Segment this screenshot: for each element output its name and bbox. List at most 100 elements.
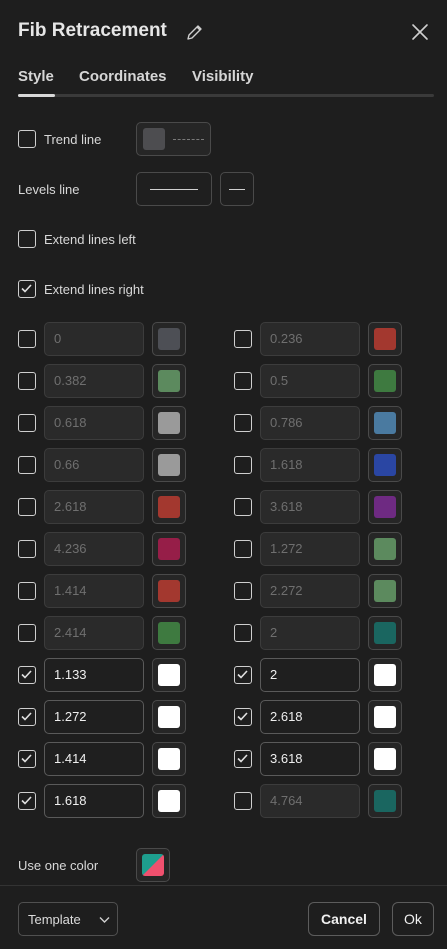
level-color-picker-right-0[interactable] [368, 322, 402, 356]
levels-line-width-picker[interactable] [220, 172, 254, 206]
level-value-input-right-11[interactable]: 4.764 [260, 784, 360, 818]
level-checkbox-left-7[interactable] [18, 624, 36, 642]
level-color-picker-left-3[interactable] [152, 448, 186, 482]
level-value-input-left-0[interactable]: 0 [44, 322, 144, 356]
level-color-picker-right-3[interactable] [368, 448, 402, 482]
level-color-swatch [158, 790, 180, 812]
pencil-icon[interactable] [185, 22, 205, 42]
level-color-picker-right-9[interactable] [368, 700, 402, 734]
level-color-swatch [374, 748, 396, 770]
level-color-swatch [374, 790, 396, 812]
level-checkbox-left-8[interactable] [18, 666, 36, 684]
level-value-input-right-0[interactable]: 0.236 [260, 322, 360, 356]
extend-left-checkbox[interactable] [18, 230, 36, 248]
level-color-swatch [158, 328, 180, 350]
level-color-swatch [158, 580, 180, 602]
extend-right-checkbox[interactable] [18, 280, 36, 298]
level-color-picker-right-5[interactable] [368, 532, 402, 566]
level-checkbox-left-3[interactable] [18, 456, 36, 474]
level-color-picker-left-7[interactable] [152, 616, 186, 650]
fib-retracement-dialog: Fib Retracement Style Coordinates Visibi… [0, 0, 447, 949]
level-checkbox-right-7[interactable] [234, 624, 252, 642]
level-value-input-left-10[interactable]: 1.414 [44, 742, 144, 776]
level-checkbox-right-0[interactable] [234, 330, 252, 348]
level-color-picker-left-11[interactable] [152, 784, 186, 818]
level-color-picker-left-9[interactable] [152, 700, 186, 734]
level-value-input-right-1[interactable]: 0.5 [260, 364, 360, 398]
level-value-input-left-1[interactable]: 0.382 [44, 364, 144, 398]
level-color-swatch [374, 454, 396, 476]
level-checkbox-left-4[interactable] [18, 498, 36, 516]
use-one-color-label: Use one color [18, 858, 99, 873]
level-checkbox-left-11[interactable] [18, 792, 36, 810]
level-color-picker-right-6[interactable] [368, 574, 402, 608]
template-dropdown[interactable]: Template [18, 902, 118, 936]
level-checkbox-right-6[interactable] [234, 582, 252, 600]
level-value-input-right-9[interactable]: 2.618 [260, 700, 360, 734]
ok-button[interactable]: Ok [392, 902, 434, 936]
tab-style[interactable]: Style [18, 68, 54, 85]
level-checkbox-right-4[interactable] [234, 498, 252, 516]
level-checkbox-right-1[interactable] [234, 372, 252, 390]
level-value-input-left-11[interactable]: 1.618 [44, 784, 144, 818]
level-value-input-right-6[interactable]: 2.272 [260, 574, 360, 608]
level-checkbox-right-10[interactable] [234, 750, 252, 768]
level-checkbox-right-5[interactable] [234, 540, 252, 558]
level-checkbox-right-9[interactable] [234, 708, 252, 726]
levels-line-style-picker[interactable] [136, 172, 212, 206]
level-checkbox-right-8[interactable] [234, 666, 252, 684]
trend-line-style-picker[interactable] [136, 122, 211, 156]
level-value-input-left-4[interactable]: 2.618 [44, 490, 144, 524]
cancel-button[interactable]: Cancel [308, 902, 380, 936]
level-value-input-left-3[interactable]: 0.66 [44, 448, 144, 482]
level-color-picker-left-10[interactable] [152, 742, 186, 776]
level-color-picker-left-5[interactable] [152, 532, 186, 566]
level-checkbox-left-9[interactable] [18, 708, 36, 726]
level-color-picker-left-1[interactable] [152, 364, 186, 398]
level-value-input-left-9[interactable]: 1.272 [44, 700, 144, 734]
level-color-picker-left-4[interactable] [152, 490, 186, 524]
level-color-swatch [374, 538, 396, 560]
trend-line-checkbox[interactable] [18, 130, 36, 148]
level-color-swatch [158, 664, 180, 686]
level-value-input-left-7[interactable]: 2.414 [44, 616, 144, 650]
level-value-input-left-5[interactable]: 4.236 [44, 532, 144, 566]
level-checkbox-right-2[interactable] [234, 414, 252, 432]
level-checkbox-left-6[interactable] [18, 582, 36, 600]
level-color-picker-right-4[interactable] [368, 490, 402, 524]
level-color-picker-right-1[interactable] [368, 364, 402, 398]
level-checkbox-left-1[interactable] [18, 372, 36, 390]
level-color-picker-right-7[interactable] [368, 616, 402, 650]
level-color-picker-right-11[interactable] [368, 784, 402, 818]
level-color-picker-right-8[interactable] [368, 658, 402, 692]
level-value-input-left-2[interactable]: 0.618 [44, 406, 144, 440]
tab-coordinates[interactable]: Coordinates [79, 68, 167, 85]
level-value-input-right-10[interactable]: 3.618 [260, 742, 360, 776]
level-color-picker-left-8[interactable] [152, 658, 186, 692]
close-icon[interactable] [410, 22, 430, 42]
level-checkbox-left-10[interactable] [18, 750, 36, 768]
level-color-picker-left-2[interactable] [152, 406, 186, 440]
level-checkbox-left-2[interactable] [18, 414, 36, 432]
level-checkbox-left-5[interactable] [18, 540, 36, 558]
level-color-swatch [158, 454, 180, 476]
level-color-picker-right-2[interactable] [368, 406, 402, 440]
level-value-input-left-6[interactable]: 1.414 [44, 574, 144, 608]
level-checkbox-left-0[interactable] [18, 330, 36, 348]
level-color-picker-right-10[interactable] [368, 742, 402, 776]
level-value-input-left-8[interactable]: 1.133 [44, 658, 144, 692]
level-color-picker-left-0[interactable] [152, 322, 186, 356]
level-value-input-right-5[interactable]: 1.272 [260, 532, 360, 566]
level-color-swatch [374, 412, 396, 434]
level-value-input-right-8[interactable]: 2 [260, 658, 360, 692]
level-value-input-right-7[interactable]: 2 [260, 616, 360, 650]
level-value-input-right-2[interactable]: 0.786 [260, 406, 360, 440]
level-color-picker-left-6[interactable] [152, 574, 186, 608]
level-value-input-right-3[interactable]: 1.618 [260, 448, 360, 482]
level-checkbox-right-11[interactable] [234, 792, 252, 810]
use-one-color-button[interactable] [136, 848, 170, 882]
tab-visibility[interactable]: Visibility [192, 68, 253, 85]
level-color-swatch [158, 370, 180, 392]
level-value-input-right-4[interactable]: 3.618 [260, 490, 360, 524]
level-checkbox-right-3[interactable] [234, 456, 252, 474]
